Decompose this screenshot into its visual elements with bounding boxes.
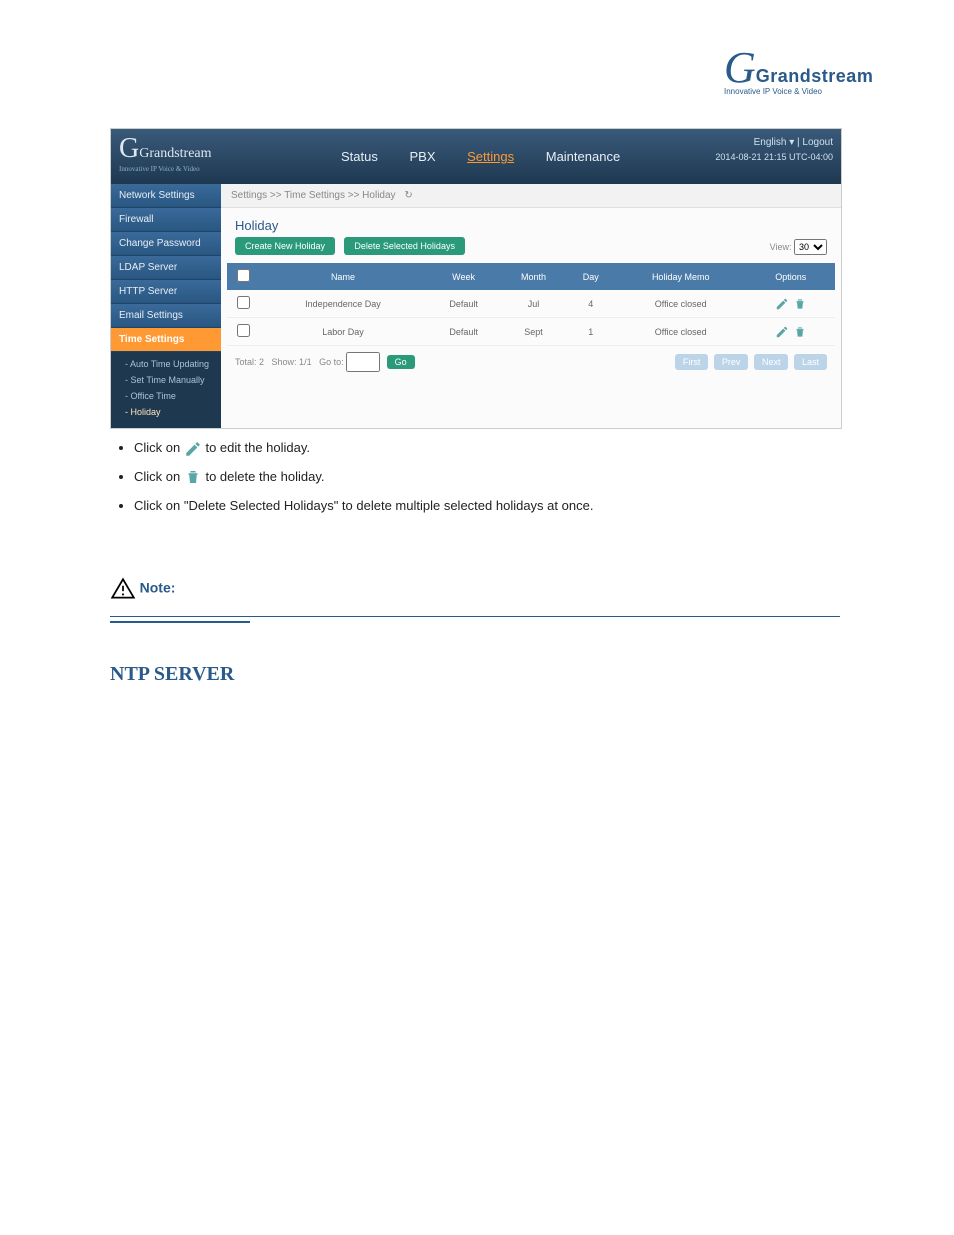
row-checkbox[interactable] — [237, 296, 250, 309]
ntp-server-heading: NTP SERVER — [110, 663, 840, 686]
table-row: Labor DayDefaultSept1Office closed — [227, 318, 835, 346]
delete-icon[interactable] — [793, 297, 807, 311]
cell-day: 1 — [567, 318, 615, 346]
doc-bullet: Click on "Delete Selected Holidays" to d… — [134, 496, 840, 517]
pager-total: Total: 2 — [235, 357, 264, 367]
view-select[interactable]: 30 — [794, 239, 827, 255]
pager-goto-label: Go to: — [319, 357, 344, 367]
th-options: Options — [747, 263, 835, 290]
sidebar-item-ldap[interactable]: LDAP Server — [111, 256, 221, 280]
delete-icon[interactable] — [793, 325, 807, 339]
cell-name: Labor Day — [259, 318, 427, 346]
breadcrumb: Settings >> Time Settings >> Holiday ↻ — [221, 184, 841, 208]
cell-memo: Office closed — [615, 290, 747, 318]
sidebar-item-time[interactable]: Time Settings — [111, 328, 221, 352]
nav-maintenance[interactable]: Maintenance — [546, 149, 620, 164]
doc-bullet: Click on to edit the holiday. — [134, 438, 840, 459]
warning-icon — [110, 576, 136, 602]
pager-show: Show: 1/1 — [272, 357, 312, 367]
nav-status[interactable]: Status — [341, 149, 378, 164]
pager-go-button[interactable]: Go — [387, 355, 415, 369]
holiday-table: Name Week Month Day Holiday Memo Options… — [227, 263, 835, 346]
cell-name: Independence Day — [259, 290, 427, 318]
content-pane: Settings >> Time Settings >> Holiday ↻ H… — [221, 184, 841, 428]
cell-week: Default — [427, 290, 500, 318]
cell-day: 4 — [567, 290, 615, 318]
select-all-checkbox[interactable] — [237, 269, 250, 282]
th-memo[interactable]: Holiday Memo — [615, 263, 747, 290]
cell-week: Default — [427, 318, 500, 346]
sub-holiday[interactable]: - Holiday — [111, 404, 221, 420]
th-month[interactable]: Month — [500, 263, 566, 290]
nav-settings[interactable]: Settings — [467, 149, 514, 164]
th-week[interactable]: Week — [427, 263, 500, 290]
doc-bullet: Click on to delete the holiday. — [134, 467, 840, 488]
app-logo: GGrandstream Innovative IP Voice & Video — [119, 133, 212, 173]
pager-next[interactable]: Next — [754, 354, 789, 370]
cell-memo: Office closed — [615, 318, 747, 346]
document-body: Click on to edit the holiday. Click on to… — [110, 430, 840, 694]
pager-goto-input[interactable] — [346, 352, 380, 372]
edit-icon[interactable] — [775, 325, 789, 339]
app-window: GGrandstream Innovative IP Voice & Video… — [110, 128, 842, 429]
note-label: Note: — [140, 580, 176, 596]
cell-month: Sept — [500, 318, 566, 346]
note-divider — [110, 616, 840, 617]
delete-selected-button[interactable]: Delete Selected Holidays — [344, 237, 465, 255]
sidebar-item-network[interactable]: Network Settings — [111, 184, 221, 208]
edit-icon[interactable] — [775, 297, 789, 311]
brand-logo: GGrandstream Innovative IP Voice & Video — [724, 55, 844, 96]
th-name[interactable]: Name — [259, 263, 427, 290]
refresh-icon[interactable]: ↻ — [404, 190, 412, 201]
sidebar-item-email[interactable]: Email Settings — [111, 304, 221, 328]
language-dropdown[interactable]: English ▾ — [754, 137, 795, 148]
create-holiday-button[interactable]: Create New Holiday — [235, 237, 335, 255]
pager-last[interactable]: Last — [794, 354, 827, 370]
sub-auto-time[interactable]: - Auto Time Updating — [111, 356, 221, 372]
page-title: Holiday — [221, 208, 841, 237]
th-day[interactable]: Day — [567, 263, 615, 290]
cell-month: Jul — [500, 290, 566, 318]
sub-set-manual[interactable]: - Set Time Manually — [111, 372, 221, 388]
sidebar-item-change-password[interactable]: Change Password — [111, 232, 221, 256]
server-datetime: 2014-08-21 21:15 UTC-04:00 — [715, 152, 833, 162]
main-nav: Status PBX Settings Maintenance — [341, 149, 648, 164]
pencil-icon — [184, 440, 202, 458]
nav-pbx[interactable]: PBX — [409, 149, 435, 164]
pager-prev[interactable]: Prev — [714, 354, 749, 370]
view-count: View: 30 — [770, 239, 827, 255]
pager-first[interactable]: First — [675, 354, 709, 370]
settings-sidebar: Network Settings Firewall Change Passwor… — [111, 184, 221, 428]
logout-link[interactable]: Logout — [802, 137, 833, 148]
table-row: Independence DayDefaultJul4Office closed — [227, 290, 835, 318]
sidebar-item-http[interactable]: HTTP Server — [111, 280, 221, 304]
top-bar: GGrandstream Innovative IP Voice & Video… — [111, 129, 841, 184]
row-checkbox[interactable] — [237, 324, 250, 337]
sub-office-time[interactable]: - Office Time — [111, 388, 221, 404]
trash-icon — [184, 468, 202, 486]
note-underline — [110, 621, 250, 623]
sidebar-item-firewall[interactable]: Firewall — [111, 208, 221, 232]
